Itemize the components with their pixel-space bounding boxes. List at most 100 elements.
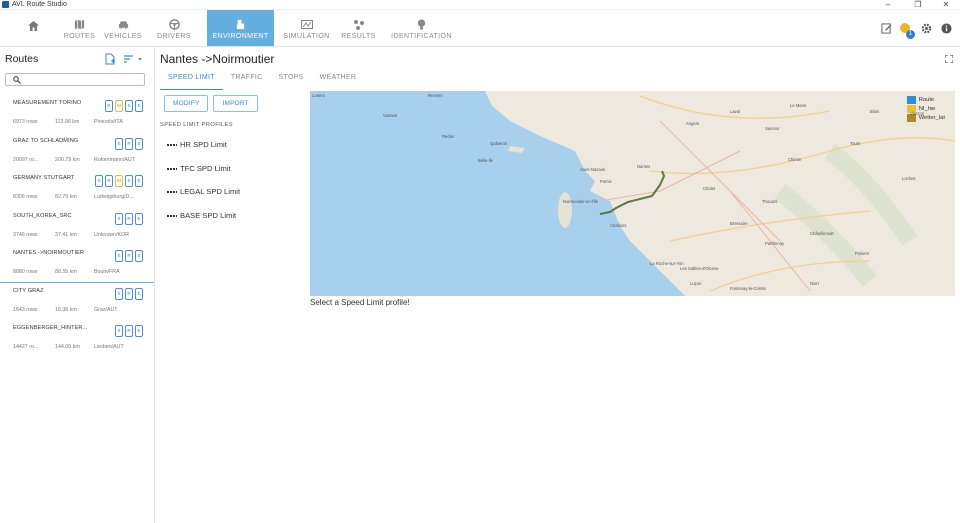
route-location: Unknown/KOR [94, 231, 130, 238]
route-list-item[interactable]: NANTES ->NOIRMOUTIER SRE 8880 rows 88.55 … [0, 245, 154, 283]
close-window-button[interactable]: ✕ [934, 0, 958, 10]
settings-button[interactable] [916, 19, 936, 39]
edit-icon [880, 23, 892, 34]
environment-tabs: SPEED LIMIT TRAFFIC STOPS WEATHER [160, 70, 364, 90]
map-place-label: Saumur [765, 126, 780, 131]
map-place-label: Fontenay-le-Comte [730, 286, 766, 291]
route-rows: 6973 rows [13, 119, 38, 125]
home-icon [28, 21, 39, 31]
route-tag: S [115, 137, 123, 150]
route-distance: 82.79 km [55, 194, 77, 200]
profile-legal-spd-limit[interactable]: LEGAL SPD Limit [167, 187, 240, 196]
map-place-label: Cholet [703, 186, 716, 191]
route-tag: S [115, 250, 123, 262]
modify-button[interactable]: MODIFY [164, 95, 209, 112]
route-tag: S [115, 212, 123, 225]
minimize-button[interactable]: – [876, 0, 900, 10]
route-list-item[interactable]: GERMANY STUTGART SRMSE 8306 rows 82.79 km… [0, 170, 154, 208]
map-place-label: Challans [610, 223, 627, 228]
legend-item: Route [906, 95, 945, 104]
route-tags: SRE [115, 325, 143, 337]
nav-drivers[interactable]: DRIVERS [154, 10, 194, 46]
profile-base-spd-limit[interactable]: BASE SPD Limit [167, 211, 236, 220]
route-rows: 20097 ro... [13, 156, 39, 163]
nav-routes[interactable]: ROUTES [64, 10, 95, 46]
profile-hr-spd-limit[interactable]: HR SPD Limit [167, 140, 227, 149]
app-title: AVL Route Studio [12, 1, 67, 8]
route-map[interactable]: Route NI_hw Wetter_lat Lorient Rennes Vannes… [310, 91, 955, 296]
map-place-label: Bressuire [730, 221, 748, 226]
car-icon [118, 21, 128, 30]
route-distance: 113.96 km [55, 119, 80, 125]
route-tag: E [135, 250, 143, 262]
route-list-item[interactable]: CITY GRAZ SRE 1643 rows 16.38 km Graz/AUT [0, 283, 154, 321]
edit-button[interactable] [876, 19, 896, 39]
map-place-label: Lorient [312, 93, 325, 98]
nav-environment-label: ENVIRONMENT [212, 33, 269, 40]
route-tag: E [135, 175, 143, 187]
map-place-label: Luçon [690, 281, 702, 286]
route-tag: R [125, 287, 133, 300]
app-logo-icon [2, 1, 9, 8]
route-location: Pinerolo/ITA [94, 119, 123, 125]
route-tag: S [115, 287, 123, 300]
tab-stops[interactable]: STOPS [271, 70, 312, 90]
route-distance: 16.38 km [55, 306, 77, 313]
nav-simulation-label: SIMULATION [283, 33, 330, 40]
map-icon [74, 19, 85, 30]
route-list-item[interactable]: GRAZ TO SCHLADMING SRE 20097 ro... 200.79… [0, 133, 154, 171]
routes-sidebar: Routes MEASUREMENT TORINO RMSE 6973 rows… [0, 47, 155, 523]
steering-wheel-icon [168, 19, 180, 30]
route-location: Graz/AUT [94, 306, 118, 313]
line-style-icon [167, 143, 177, 146]
map-place-label: Les Sables-d'Olonne [680, 266, 719, 271]
route-list-item[interactable]: SOUTH_KOREA_SRC SRE 3746 rows 37.41 km Unk… [0, 208, 154, 246]
route-tags: SRMSE [95, 175, 143, 187]
main-panel: Nantes ->Noirmoutier SPEED LIMIT TRAFFIC… [155, 47, 960, 523]
notifications-button[interactable]: 1 [896, 19, 916, 39]
title-bar: AVL Route Studio – ❐ ✕ [0, 0, 960, 10]
nav-results[interactable]: RESULTS [336, 10, 381, 46]
map-place-label: Châtellerault [810, 231, 834, 236]
nav-home[interactable] [0, 10, 67, 46]
tab-traffic[interactable]: TRAFFIC [223, 70, 271, 90]
tab-weather[interactable]: WEATHER [312, 70, 365, 90]
map-place-label: Loches [902, 176, 916, 181]
legend-label: Route [918, 96, 935, 103]
profile-label: LEGAL SPD Limit [180, 187, 241, 196]
route-tag: R [105, 100, 113, 112]
route-tag: R [125, 250, 133, 262]
route-distance: 37.41 km [55, 231, 77, 238]
nav-simulation[interactable]: SIMULATION [277, 10, 336, 46]
map-place-label: Poitiers [855, 251, 869, 256]
nav-identification[interactable]: IDENTIFICATION [390, 10, 453, 46]
map-place-label: Redon [442, 134, 455, 139]
sort-icon[interactable] [124, 55, 144, 63]
profile-tfc-spd-limit[interactable]: TFC SPD Limit [167, 164, 231, 173]
route-list-item[interactable]: MEASUREMENT TORINO RMSE 6973 rows 113.96 … [0, 95, 154, 133]
map-place-label: Rennes [428, 93, 443, 98]
tab-speed-limit[interactable]: SPEED LIMIT [160, 70, 223, 90]
results-icon [353, 20, 364, 30]
map-place-label: Parthenay [765, 241, 785, 246]
add-route-icon[interactable] [105, 53, 116, 65]
import-button[interactable]: IMPORT [213, 95, 258, 112]
profiles-header: SPEED LIMIT PROFILES [160, 122, 234, 128]
info-button[interactable] [936, 19, 956, 39]
route-tag: E [135, 137, 143, 150]
map-place-label: Thouars [762, 199, 778, 204]
map-place-label: Laval [730, 109, 741, 114]
route-search-input[interactable] [5, 73, 145, 86]
route-tag: S [125, 175, 133, 187]
route-list-item[interactable]: EGGENBERGER_HINTER... SRE 14427 ro... 144… [0, 320, 154, 358]
nav-environment[interactable]: ENVIRONMENT [207, 10, 274, 46]
line-style-icon [167, 167, 177, 170]
map-place-label: Quiberon [490, 141, 508, 146]
nav-vehicles-label: VEHICLES [104, 33, 142, 40]
fullscreen-icon[interactable] [945, 55, 953, 63]
nav-vehicles[interactable]: VEHICLES [92, 10, 154, 46]
route-tag: R [125, 137, 133, 150]
map-place-label: Vannes [383, 113, 397, 118]
route-tag: S [125, 100, 133, 112]
maximize-button[interactable]: ❐ [906, 0, 930, 10]
